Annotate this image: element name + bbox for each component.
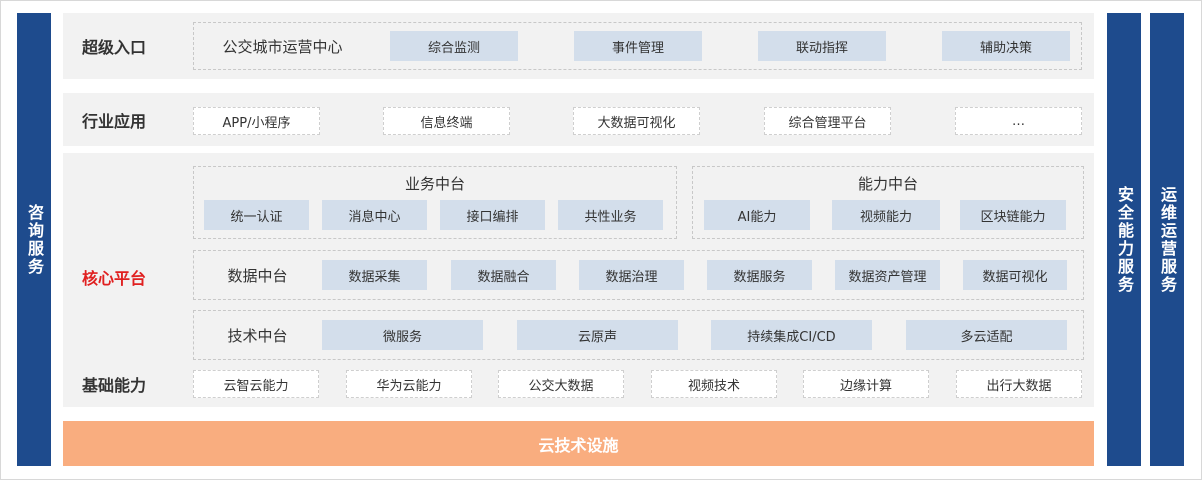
item-common-business: 共性业务 bbox=[558, 200, 663, 230]
ability-middle-platform-title: 能力中台 bbox=[857, 174, 918, 193]
app-item-info-terminal: 信息终端 bbox=[383, 107, 510, 135]
app-item-mgmt-platform: 综合管理平台 bbox=[764, 107, 891, 135]
security-services-label: 安全能力服务 bbox=[1115, 185, 1134, 294]
item-multicloud: 多云适配 bbox=[906, 320, 1067, 350]
cloud-infrastructure-bar: 云技术设施 bbox=[63, 421, 1094, 466]
item-ci-cd: 持续集成CI/CD bbox=[711, 320, 872, 350]
basic-item-bus-bigdata: 公交大数据 bbox=[498, 370, 624, 398]
item-data-fusion: 数据融合 bbox=[451, 260, 556, 290]
basic-item-edge-computing: 边缘计算 bbox=[803, 370, 929, 398]
item-data-service: 数据服务 bbox=[707, 260, 812, 290]
item-blockchain-ability: 区块链能力 bbox=[960, 200, 1066, 230]
item-video-ability: 视频能力 bbox=[832, 200, 940, 230]
item-microservices: 微服务 bbox=[322, 320, 483, 350]
item-ai-ability: AI能力 bbox=[704, 200, 810, 230]
bus-city-ops-center: 公交城市运营中心 bbox=[222, 37, 343, 56]
item-unified-auth: 统一认证 bbox=[204, 200, 309, 230]
item-data-visualization: 数据可视化 bbox=[963, 260, 1067, 290]
basic-item-travel-bigdata: 出行大数据 bbox=[956, 370, 1082, 398]
item-data-asset-mgmt: 数据资产管理 bbox=[835, 260, 940, 290]
item-message-center: 消息中心 bbox=[322, 200, 427, 230]
item-event-management: 事件管理 bbox=[574, 31, 702, 61]
security-services-pill: 安全能力服务 bbox=[1107, 13, 1141, 466]
operations-services-label: 运维运营服务 bbox=[1158, 185, 1177, 294]
item-data-governance: 数据治理 bbox=[579, 260, 684, 290]
consulting-services-label: 咨询服务 bbox=[25, 203, 44, 276]
business-middle-platform-title: 业务中台 bbox=[404, 174, 465, 193]
item-comprehensive-monitoring: 综合监测 bbox=[390, 31, 518, 61]
basic-item-zhiyun: 云智云能力 bbox=[193, 370, 319, 398]
consulting-services-pill: 咨询服务 bbox=[17, 13, 51, 466]
item-api-orchestration: 接口编排 bbox=[440, 200, 545, 230]
basic-item-huawei: 华为云能力 bbox=[346, 370, 472, 398]
app-item-bigdata-visual: 大数据可视化 bbox=[573, 107, 700, 135]
item-data-collection: 数据采集 bbox=[322, 260, 427, 290]
operations-services-pill: 运维运营服务 bbox=[1150, 13, 1184, 466]
item-linked-command: 联动指挥 bbox=[758, 31, 886, 61]
basic-capability-label: 基础能力 bbox=[82, 376, 147, 395]
basic-item-video-tech: 视频技术 bbox=[651, 370, 777, 398]
tech-middle-platform-title: 技术中台 bbox=[227, 326, 288, 345]
cloud-infrastructure-label: 云技术设施 bbox=[538, 435, 619, 455]
data-middle-platform-title: 数据中台 bbox=[227, 266, 288, 285]
super-entrance-label: 超级入口 bbox=[82, 38, 147, 57]
item-decision-support: 辅助决策 bbox=[942, 31, 1070, 61]
industry-apps-label: 行业应用 bbox=[82, 111, 147, 131]
item-cloud-native: 云原声 bbox=[517, 320, 678, 350]
app-item-more: … bbox=[955, 107, 1082, 135]
app-item-miniprogram: APP/小程序 bbox=[193, 107, 320, 135]
core-platform-label: 核心平台 bbox=[82, 269, 147, 288]
